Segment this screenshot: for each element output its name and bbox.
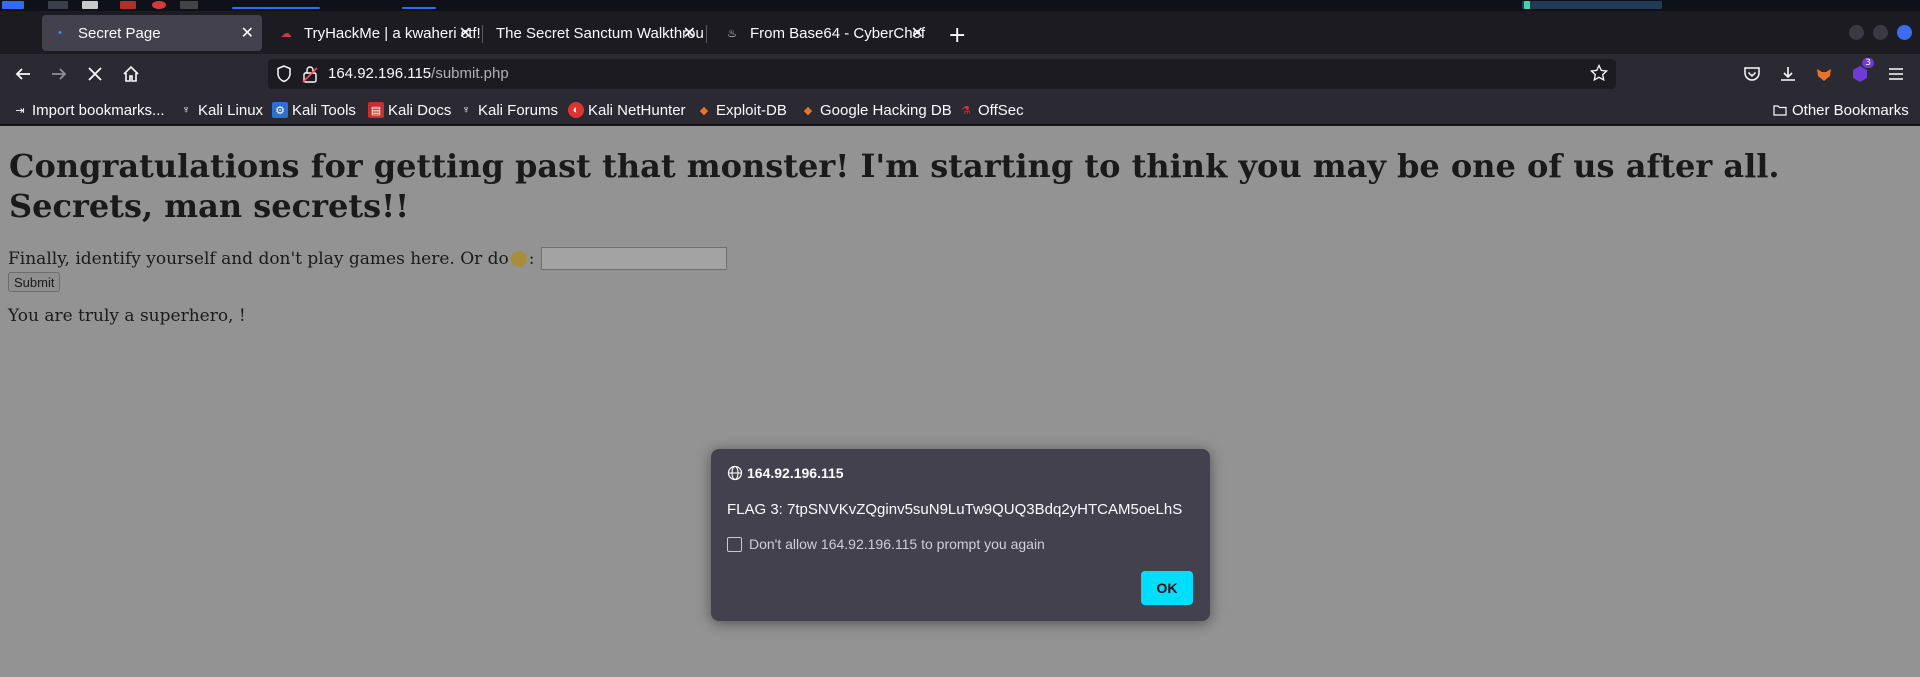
dialog-message: FLAG 3: 7tpSNVKvZQginv5suN9LuTw9QUQ3Bdq2… [727,501,1183,518]
bookmark-kali-forums[interactable]: ♆ Kali Forums [458,100,558,120]
cpu-graph [1522,1,1662,9]
panel-window[interactable] [232,7,320,9]
panel-app-icon[interactable] [152,1,166,9]
kali-dragon-icon: ♆ [181,104,191,116]
close-window-button[interactable] [1897,25,1912,40]
bookmark-label: OffSec [978,101,1024,119]
url-host: 164.92.196.115 [328,65,432,82]
bookmark-kali-linux[interactable]: ♆ Kali Linux [178,100,263,120]
smiley-face-icon [510,250,527,267]
pocket-icon[interactable] [1740,62,1764,86]
kali-dragon-icon: ♆ [461,104,471,116]
close-tab-icon[interactable]: ✕ [241,23,254,43]
back-arrow-icon[interactable] [11,62,35,86]
tab-bar: • Secret Page ✕ ☁ TryHackMe | a kwaheri … [0,11,1920,54]
bookmark-import[interactable]: ⇥ Import bookmarks... [12,100,165,120]
bookmark-kali-docs[interactable]: ▤ Kali Docs [368,100,451,120]
suppress-prompts-label[interactable]: Don't allow 164.92.196.115 to prompt you… [749,536,1045,552]
import-icon: ⇥ [15,104,25,117]
extension-badge-count: 3 [1862,58,1874,68]
shield-icon[interactable] [276,65,292,87]
bookmark-label: Exploit-DB [716,101,787,119]
panel-app-icon[interactable] [82,1,98,9]
bookmark-offsec[interactable]: ⚗ OffSec [958,100,1024,120]
tab-secret-page[interactable]: • Secret Page ✕ [42,15,262,51]
downloads-icon[interactable] [1776,62,1800,86]
prompt-text: Finally, identify yourself and don't pla… [8,248,509,269]
bookmark-label: Kali NetHunter [588,101,686,119]
maximize-window-button[interactable] [1873,25,1888,40]
url-path: /submit.php [431,65,509,82]
bookmark-label: Import bookmarks... [32,101,165,119]
tab-title: Secret Page [78,24,161,42]
nethunter-icon: ◐ [568,102,584,118]
prompt-suffix: : [528,248,535,269]
bookmark-label: Google Hacking DB [820,101,952,119]
tab-title: The Secret Sanctum Walkthrough [496,24,704,42]
home-icon[interactable] [119,62,143,86]
cpu-graph-peak [1524,1,1530,9]
bookmark-label: Other Bookmarks [1792,101,1909,119]
dialog-suppress-row[interactable]: Don't allow 164.92.196.115 to prompt you… [727,536,1045,552]
insecure-lock-icon[interactable] [302,65,318,87]
panel-app-icon[interactable] [2,1,24,9]
close-tab-icon[interactable]: ✕ [683,23,696,43]
alert-dialog: 164.92.196.115 FLAG 3: 7tpSNVKvZQginv5su… [711,449,1210,621]
close-tab-icon[interactable]: ✕ [911,23,924,43]
url-text[interactable]: 164.92.196.115/submit.php [328,65,509,82]
bookmark-label: Kali Tools [292,101,356,119]
page-heading: Congratulations for getting past that mo… [9,147,1780,225]
menu-hamburger-icon[interactable] [1884,62,1908,86]
tryhackme-icon: ☁ [280,27,292,40]
submit-button[interactable]: Submit [8,272,61,292]
kali-docs-icon: ▤ [368,102,384,118]
chef-hat-icon: ♨ [727,27,737,40]
bookmark-label: Kali Forums [478,101,559,119]
result-text: You are truly a superhero, ! [8,306,246,326]
forward-arrow-icon[interactable] [47,62,71,86]
globe-icon [727,465,743,481]
bookmark-label: Kali Docs [388,101,452,119]
exploit-db-icon: ◆ [699,104,709,117]
bookmark-exploit-db[interactable]: ◆ Exploit-DB [696,100,787,120]
ghdb-icon: ◆ [803,104,813,117]
tab-walkthrough[interactable]: The Secret Sanctum Walkthrough ✕ [486,15,704,51]
loading-dot-icon: • [58,27,62,39]
bookmarks-toolbar: ⇥ Import bookmarks... ♆ Kali Linux ⚙ Kali T… [0,94,1920,125]
offsec-icon: ⚗ [961,104,971,117]
tab-tryhackme[interactable]: ☁ TryHackMe | a kwaheri ctf! ✕ [268,15,481,51]
ok-button[interactable]: OK [1141,571,1193,605]
bookmark-other-bookmarks[interactable]: Other Bookmarks [1772,100,1909,120]
panel-app-icon[interactable] [180,1,198,9]
stop-loading-icon[interactable] [83,62,107,86]
bookmark-kali-tools[interactable]: ⚙ Kali Tools [272,100,356,120]
minimize-window-button[interactable] [1849,25,1864,40]
identify-prompt: Finally, identify yourself and don't pla… [8,247,727,270]
folder-icon [1772,102,1788,118]
bookmark-kali-nethunter[interactable]: ◐ Kali NetHunter [568,100,686,120]
panel-window[interactable] [402,7,436,9]
extension-fox-icon[interactable] [1812,62,1836,86]
panel-app-icon[interactable] [48,1,68,9]
tab-cyberchef[interactable]: ♨ From Base64 - CyberChef ✕ [714,15,932,51]
url-bar[interactable]: 164.92.196.115/submit.php [268,59,1616,89]
desktop-panel [0,0,1920,11]
kali-tools-icon: ⚙ [272,102,288,118]
tab-separator [482,25,483,43]
navigation-toolbar: 164.92.196.115/submit.php 3 [0,54,1920,94]
close-tab-icon[interactable]: ✕ [459,23,472,43]
tab-title: From Base64 - CyberChef [750,24,926,42]
tab-title: TryHackMe | a kwaheri ctf! [304,24,480,42]
bookmark-google-hacking-db[interactable]: ◆ Google Hacking DB [800,100,952,120]
dialog-origin-text: 164.92.196.115 [747,465,844,481]
bookmark-label: Kali Linux [198,101,264,119]
tab-separator [706,25,707,43]
name-input[interactable] [540,247,727,270]
panel-app-icon[interactable] [120,1,136,9]
suppress-prompts-checkbox[interactable] [727,536,742,552]
new-tab-button[interactable]: + [948,25,966,47]
bookmark-star-icon[interactable] [1589,63,1609,86]
extension-badge-icon[interactable]: 3 [1848,58,1874,86]
dialog-origin: 164.92.196.115 [727,465,844,481]
